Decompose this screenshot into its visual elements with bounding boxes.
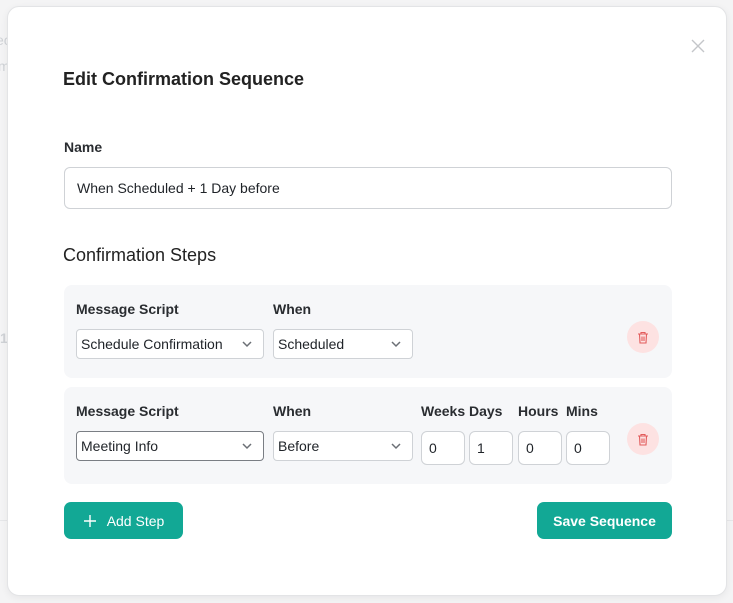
weeks-label: Weeks [421,403,466,419]
trash-icon [638,433,648,446]
chevron-down-icon [391,341,401,348]
hours-label: Hours [518,403,559,419]
message-script-value: Meeting Info [81,438,159,454]
step-card: Message Script When Schedule Confirmatio… [64,285,672,378]
chevron-down-icon [391,443,401,450]
chevron-down-icon [242,341,252,348]
when-value: Before [278,438,320,454]
add-step-button[interactable]: Add Step [64,502,183,539]
message-script-label: Message Script [76,301,179,317]
days-label: Days [469,403,503,419]
plus-icon [83,514,96,527]
delete-step-button[interactable] [627,321,659,353]
name-label: Name [64,139,103,155]
modal-title: Edit Confirmation Sequence [63,69,305,89]
mins-input[interactable] [566,431,610,465]
close-icon[interactable] [690,38,706,54]
save-sequence-button[interactable]: Save Sequence [537,502,672,539]
weeks-input[interactable] [421,431,465,465]
days-input[interactable] [469,431,513,465]
name-input[interactable] [64,167,672,209]
edit-sequence-modal: Edit Confirmation Sequence Name Confirma… [7,6,727,596]
section-title: Confirmation Steps [63,245,217,265]
message-script-select[interactable]: Schedule Confirmation [76,329,264,359]
when-value: Scheduled [278,336,345,352]
message-script-value: Schedule Confirmation [81,336,223,352]
when-select[interactable]: Scheduled [273,329,413,359]
when-label: When [273,301,312,317]
message-script-select[interactable]: Meeting Info [76,431,264,461]
step-card: Message Script When Weeks Days Hours Min… [64,387,672,484]
save-sequence-label: Save Sequence [553,512,656,529]
delete-step-button[interactable] [627,423,659,455]
when-label: When [273,403,312,419]
mins-label: Mins [566,403,598,419]
when-select[interactable]: Before [273,431,413,461]
message-script-label: Message Script [76,403,179,419]
trash-icon [638,331,648,344]
hours-input[interactable] [518,431,562,465]
add-step-label: Add Step [106,512,165,529]
chevron-down-icon [242,443,252,450]
